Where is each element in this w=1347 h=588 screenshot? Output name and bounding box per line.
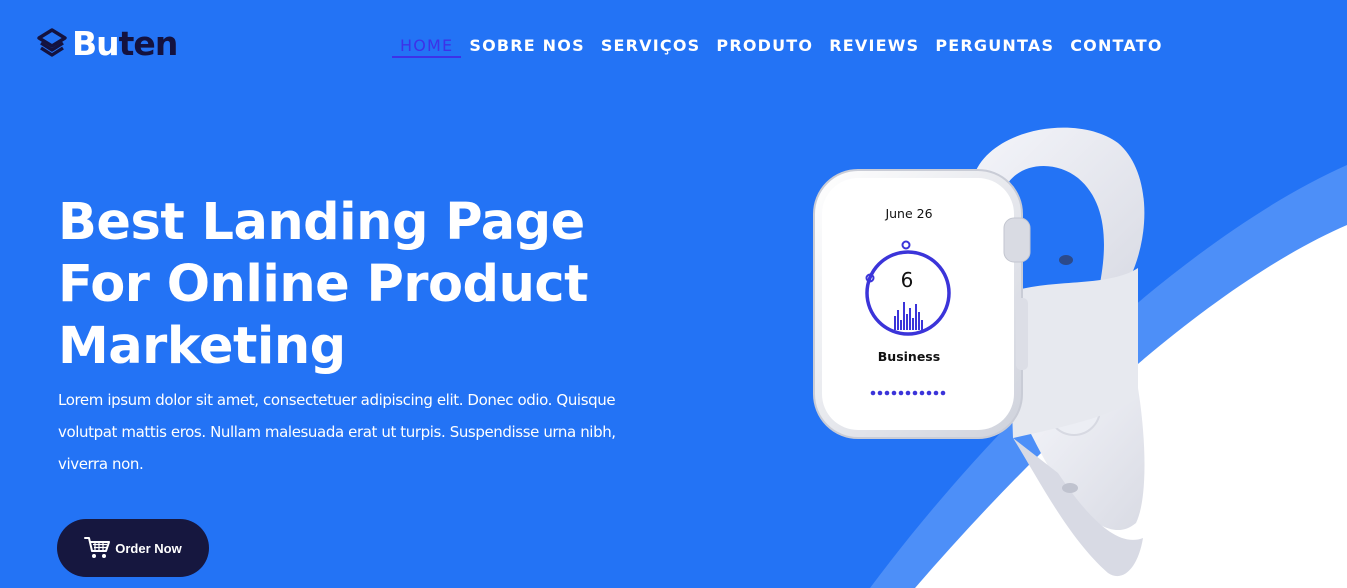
- shopping-cart-icon: [84, 537, 111, 558]
- brand-name-part2: ten: [118, 24, 179, 63]
- headline-line: Best Landing Page: [58, 193, 585, 252]
- stacked-layers-icon: [37, 28, 67, 57]
- hero-section: Buten HOME SOBRE NOS SERVIÇOS PRODUTO RE…: [0, 0, 1347, 588]
- main-nav: HOME SOBRE NOS SERVIÇOS PRODUTO REVIEWS …: [392, 36, 1171, 58]
- description-line: viverra non.: [58, 455, 144, 473]
- watch-date: June 26: [885, 206, 933, 221]
- nav-item-contato[interactable]: CONTATO: [1062, 36, 1170, 58]
- headline-line: For Online Product: [58, 255, 589, 314]
- order-now-button[interactable]: Order Now: [57, 519, 209, 577]
- brand-name: Buten: [72, 24, 179, 63]
- nav-item-reviews[interactable]: REVIEWS: [821, 36, 927, 58]
- hero-description: Lorem ipsum dolor sit amet, consectetuer…: [58, 384, 648, 480]
- headline-line: Marketing: [58, 317, 346, 376]
- smartwatch-image: [813, 127, 1145, 577]
- order-now-label: Order Now: [115, 540, 182, 556]
- hero-headline: Best Landing Page For Online Product Mar…: [58, 192, 658, 378]
- nav-item-sobre-nos[interactable]: SOBRE NOS: [461, 36, 592, 58]
- watch-label: Business: [877, 349, 941, 364]
- nav-item-servicos[interactable]: SERVIÇOS: [593, 36, 709, 58]
- nav-item-perguntas[interactable]: PERGUNTAS: [927, 36, 1062, 58]
- nav-item-produto[interactable]: PRODUTO: [708, 36, 821, 58]
- description-line: Lorem ipsum dolor sit amet, consectetuer…: [58, 391, 616, 409]
- brand-logo[interactable]: Buten: [36, 24, 179, 63]
- brand-name-part1: Bu: [72, 24, 120, 63]
- nav-item-home[interactable]: HOME: [392, 36, 462, 58]
- description-line: volutpat mattis eros. Nullam malesuada e…: [58, 423, 616, 441]
- watch-number: 6: [900, 268, 914, 292]
